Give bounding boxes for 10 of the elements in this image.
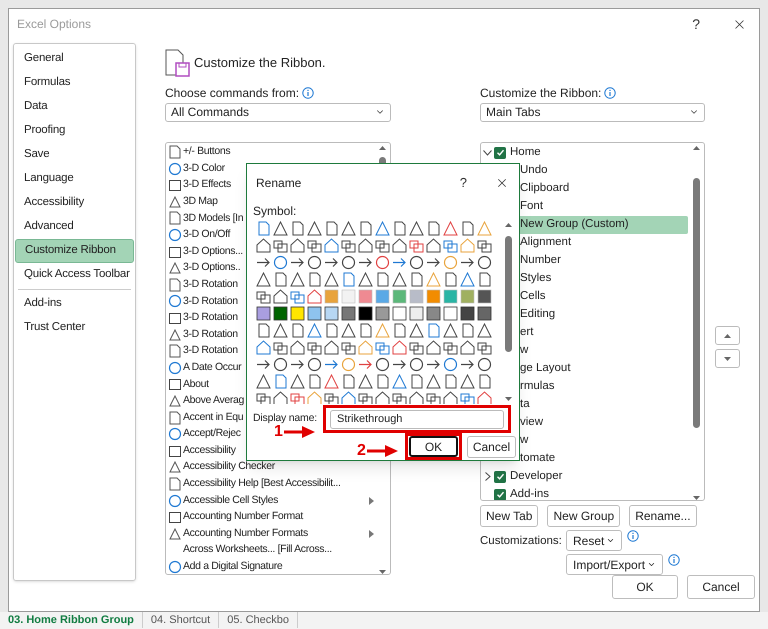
customizations-label: Customizations: bbox=[480, 534, 563, 549]
symbol-label: Symbol: bbox=[253, 203, 298, 218]
step-number: 2 bbox=[357, 443, 366, 459]
field-label: Customize the Ribbon: bbox=[480, 84, 602, 102]
step-number: 1 bbox=[274, 424, 283, 440]
dialog-title: Rename bbox=[256, 175, 302, 192]
display-name-label: Display name: bbox=[253, 411, 317, 425]
page-heading: Customize the Ribbon. bbox=[194, 54, 326, 72]
window-title: Excel Options bbox=[17, 16, 92, 33]
field-label: Choose commands from: bbox=[165, 84, 300, 102]
